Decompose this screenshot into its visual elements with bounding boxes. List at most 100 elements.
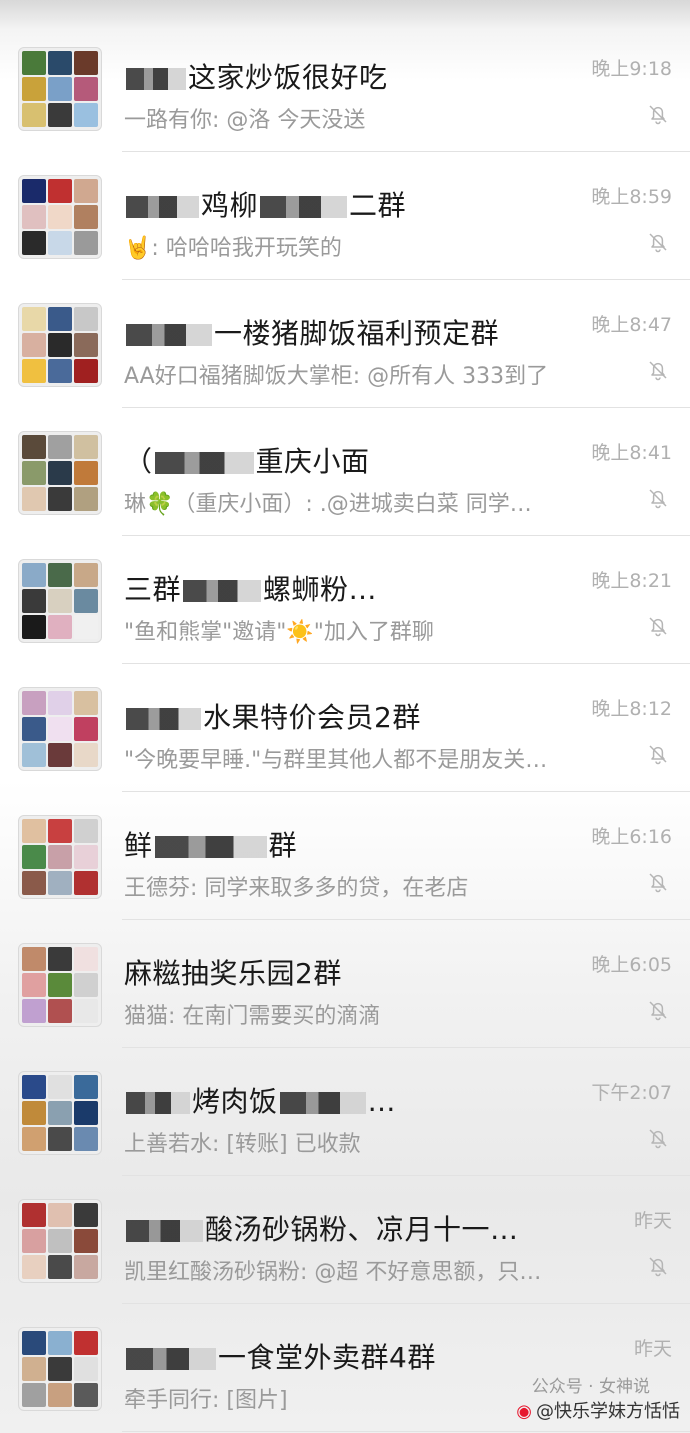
muted-bell-icon (649, 873, 667, 893)
chat-preview-text: 上善若水: [转账] 已收款 (124, 1132, 361, 1157)
avatar-tile (22, 359, 46, 383)
chat-title-suffix: 二群 (349, 189, 407, 222)
avatar-tile (48, 563, 72, 587)
avatar-tile (22, 947, 46, 971)
avatar-tile (74, 589, 98, 613)
chat-row[interactable]: 水果特价会员2群 "今晚要早睡."与群里其他人都不是朋友关… 晚上8:12 (0, 664, 690, 792)
avatar-tile (48, 103, 72, 127)
avatar-tile (48, 871, 72, 895)
chat-title-text: 酸汤砂锅粉、凉月十一… (205, 1213, 519, 1246)
censor-mask (279, 1092, 366, 1114)
chat-row[interactable]: 麻糍抽奖乐园2群 猫猫: 在南门需要买的滴滴 晚上6:05 (0, 920, 690, 1048)
avatar-tile (48, 717, 72, 741)
group-avatar[interactable] (18, 431, 102, 515)
chat-title-suffix: 螺蛳粉… (263, 573, 378, 606)
avatar-tile (22, 179, 46, 203)
avatar-tile (48, 1255, 72, 1279)
chat-title: 这家炒饭很好吃 (124, 56, 564, 96)
group-avatar[interactable] (18, 1199, 102, 1283)
chat-title-text: 麻糍抽奖乐园2群 (124, 957, 342, 990)
chat-title: （ 重庆小面 (124, 440, 564, 480)
chat-preview: 王德芬: 同学来取多多的贷，在老店 (124, 870, 604, 902)
avatar-tile (22, 871, 46, 895)
chat-title-text: 鲜 (124, 829, 153, 862)
censor-mask (183, 580, 262, 602)
group-avatar[interactable] (18, 943, 102, 1027)
avatar-tile (22, 973, 46, 997)
chat-preview: 🤘: 哈哈哈我开玩笑的 (124, 236, 342, 261)
chat-time: 晚上8:12 (591, 698, 672, 720)
avatar-tile (48, 1075, 72, 1099)
row-divider (122, 1431, 690, 1432)
chat-time: 昨天 (633, 1210, 672, 1232)
preview-emoji: 🤘 (124, 236, 152, 261)
avatar-tile (22, 691, 46, 715)
group-avatar[interactable] (18, 1071, 102, 1155)
avatar-tile (74, 1357, 98, 1381)
chat-row[interactable]: 三群 螺蛳粉… "鱼和熊掌"邀请"☀️"加入了群聊 晚上8:21 (0, 536, 690, 664)
avatar-tile (48, 1203, 72, 1227)
avatar-tile (48, 77, 72, 101)
chat-title-text: 鸡柳 (201, 189, 259, 222)
watermark: 公众号 · 女神说 ◉ @快乐学妹方恬恬 (516, 1377, 680, 1423)
muted-bell-icon (649, 1001, 667, 1021)
chat-title: 三群 螺蛳粉… (124, 568, 564, 608)
censor-mask (126, 68, 186, 90)
avatar-tile (74, 615, 98, 639)
chat-row[interactable]: 鸡柳 二群 🤘: 哈哈哈我开玩笑的 晚上8:59 (0, 152, 690, 280)
muted-bell-icon (649, 361, 667, 381)
avatar-tile (74, 1331, 98, 1355)
avatar-tile (22, 1075, 46, 1099)
chat-time: 晚上9:18 (591, 58, 672, 80)
chat-title: 鲜群 (124, 824, 564, 864)
avatar-tile (74, 359, 98, 383)
group-avatar[interactable] (18, 47, 102, 131)
chat-preview: 凯里红酸汤砂锅粉: @超 不好意思额，只… (124, 1254, 604, 1286)
chat-time: 晚上8:47 (591, 314, 672, 336)
avatar-tile (74, 231, 98, 255)
avatar-tile (74, 717, 98, 741)
avatar-tile (48, 487, 72, 511)
group-avatar[interactable] (18, 687, 102, 771)
chat-time: 晚上8:21 (591, 570, 672, 592)
group-avatar[interactable] (18, 559, 102, 643)
chat-preview-text: AA好口福猪脚饭大掌柜: @所有人 333到了 (124, 364, 549, 389)
censor-mask (154, 836, 267, 858)
chat-preview: AA好口福猪脚饭大掌柜: @所有人 333到了 (124, 358, 604, 390)
muted-bell-icon (649, 1257, 667, 1277)
chat-time: 晚上6:16 (591, 826, 672, 848)
avatar-tile (74, 333, 98, 357)
group-avatar[interactable] (18, 175, 102, 259)
group-avatar[interactable] (18, 815, 102, 899)
chat-title-open: （ (124, 445, 153, 478)
avatar-tile (22, 743, 46, 767)
avatar-tile (22, 205, 46, 229)
chat-title: 鸡柳 二群 (124, 184, 564, 224)
avatar-tile (22, 333, 46, 357)
censor-mask (126, 1220, 203, 1242)
chat-row[interactable]: （ 重庆小面琳🍀（重庆小面）: .@进城卖白菜 同学… 晚上8:41 (0, 408, 690, 536)
group-avatar[interactable] (18, 303, 102, 387)
chat-row[interactable]: 烤肉饭 … 上善若水: [转账] 已收款 下午2:07 (0, 1048, 690, 1176)
chat-row[interactable]: 一楼猪脚饭福利预定群 AA好口福猪脚饭大掌柜: @所有人 333到了 晚上8:47 (0, 280, 690, 408)
avatar-tile (48, 435, 72, 459)
chat-row[interactable]: 酸汤砂锅粉、凉月十一… 凯里红酸汤砂锅粉: @超 不好意思额，只… 昨天 (0, 1176, 690, 1304)
chat-preview-text: "鱼和熊掌"邀请"☀️"加入了群聊 (124, 620, 434, 645)
chat-row[interactable]: 这家炒饭很好吃 一路有你: @洛 今天没送 晚上9:18 (0, 24, 690, 152)
avatar-tile (48, 1357, 72, 1381)
avatar-tile (22, 1331, 46, 1355)
weibo-icon: ◉ (516, 1401, 532, 1422)
chat-row[interactable]: 鲜群王德芬: 同学来取多多的贷，在老店 晚上6:16 (0, 792, 690, 920)
chat-time: 晚上8:41 (591, 442, 672, 464)
avatar-tile (22, 1255, 46, 1279)
avatar-tile (74, 205, 98, 229)
avatar-tile (48, 51, 72, 75)
avatar-tile (74, 461, 98, 485)
chat-title-text: 三群 (124, 573, 182, 606)
watermark-weibo: @快乐学妹方恬恬 (536, 1401, 680, 1422)
group-avatar[interactable] (18, 1327, 102, 1411)
avatar-tile (22, 435, 46, 459)
avatar-tile (74, 743, 98, 767)
avatar-tile (74, 51, 98, 75)
chat-preview: 琳🍀（重庆小面）: .@进城卖白菜 同学… (124, 486, 604, 518)
